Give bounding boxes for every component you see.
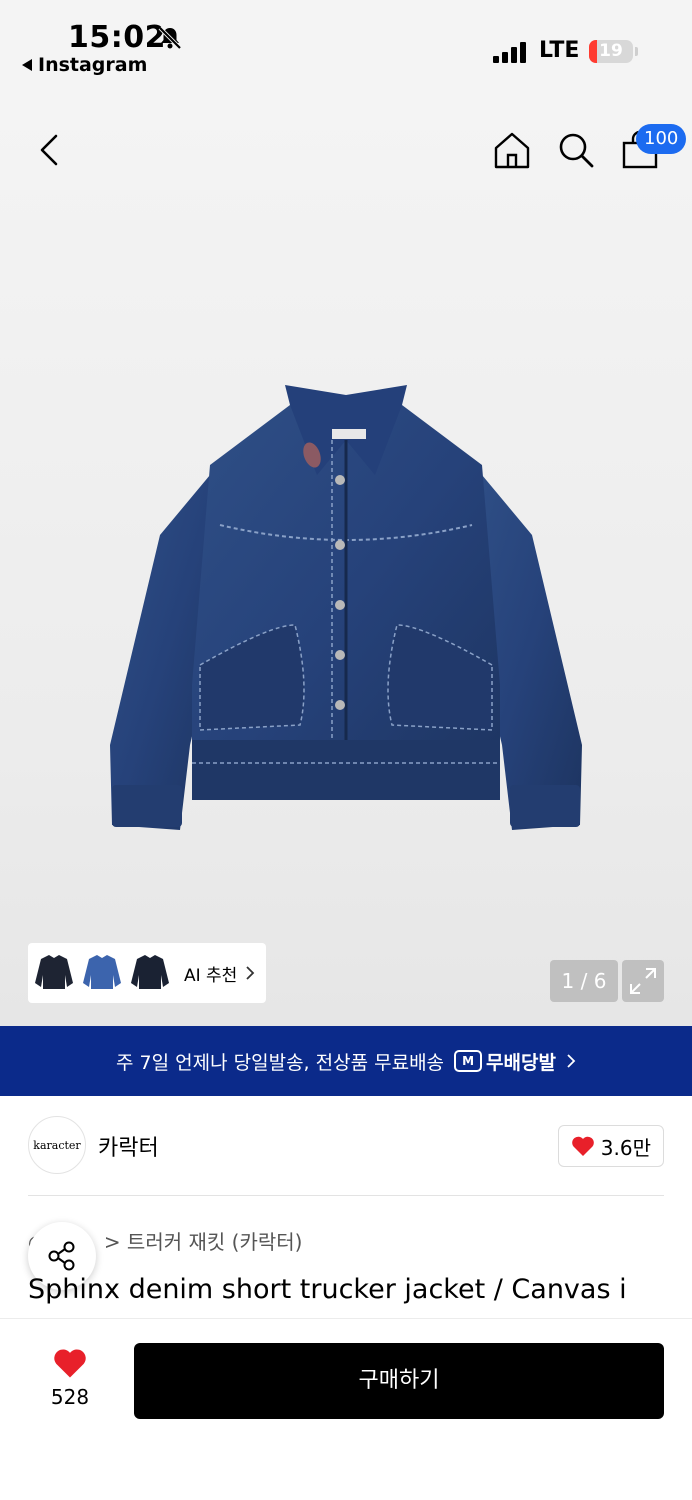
signal-icon (493, 41, 526, 63)
battery-percent: 19 (599, 41, 623, 61)
delivery-truck-icon: M (454, 1050, 483, 1072)
back-triangle-icon (22, 59, 32, 71)
divider (28, 1195, 664, 1196)
wishlist-count: 528 (50, 1385, 90, 1409)
home-icon[interactable] (492, 130, 532, 170)
thumbnail-1[interactable] (32, 948, 75, 998)
cart-count-badge: 100 (636, 124, 687, 154)
chevron-right-icon (246, 966, 255, 980)
brand-like-count: 3.6만 (600, 1135, 651, 1160)
thumbnail-2[interactable] (80, 948, 123, 998)
battery-tip (635, 47, 638, 56)
bottom-action-bar: 528 구매하기 (0, 1318, 692, 1500)
product-gallery[interactable]: 100 AI 추천 1 / 6 (0, 90, 692, 1026)
product-title: Sphinx denim short trucker jacket / Canv… (28, 1274, 627, 1305)
banner-logo: M 무배당발 (454, 1048, 556, 1075)
page-indicator: 1 / 6 (550, 960, 618, 1002)
banner-text: 주 7일 언제나 당일발송, 전상품 무료배송 (116, 1051, 445, 1074)
share-icon (48, 1241, 75, 1271)
heart-icon (571, 1136, 594, 1156)
back-arrow-icon[interactable] (30, 130, 70, 170)
search-icon[interactable] (556, 130, 596, 170)
breadcrumb-category[interactable]: > 트러커 재킷 (카락터) (104, 1230, 303, 1254)
chevron-right-icon (567, 1054, 576, 1068)
brand-logo[interactable]: karacter (28, 1116, 86, 1174)
thumbnail-3[interactable] (128, 948, 171, 998)
ai-recommend-label: AI 추천 (184, 965, 238, 986)
heart-icon (54, 1349, 86, 1378)
brand-row[interactable]: karacter 카락터 3.6만 (28, 1116, 664, 1176)
ai-recommend-link[interactable]: AI 추천 (184, 961, 255, 986)
buy-button[interactable]: 구매하기 (134, 1343, 664, 1419)
brand-name[interactable]: 카락터 (98, 1130, 159, 1162)
ai-recommend-strip[interactable]: AI 추천 (28, 943, 266, 1003)
back-app-label: Instagram (38, 54, 148, 76)
network-type: LTE (539, 38, 580, 63)
back-to-app[interactable]: Instagram (22, 54, 147, 76)
product-image-denim-jacket[interactable] (100, 385, 592, 845)
wishlist-button[interactable]: 528 (40, 1347, 100, 1409)
status-bar: 15:02 Instagram LTE 19 (0, 0, 692, 90)
expand-icon[interactable] (622, 960, 664, 1002)
brand-like-button[interactable]: 3.6만 (557, 1125, 664, 1167)
banner-logo-text: 무배당발 (486, 1051, 556, 1074)
shipping-banner[interactable]: 주 7일 언제나 당일발송, 전상품 무료배송 M 무배당발 (0, 1026, 692, 1096)
battery-icon: 19 (589, 40, 633, 63)
status-time: 15:02 (68, 20, 166, 55)
bell-muted-icon (158, 26, 182, 50)
